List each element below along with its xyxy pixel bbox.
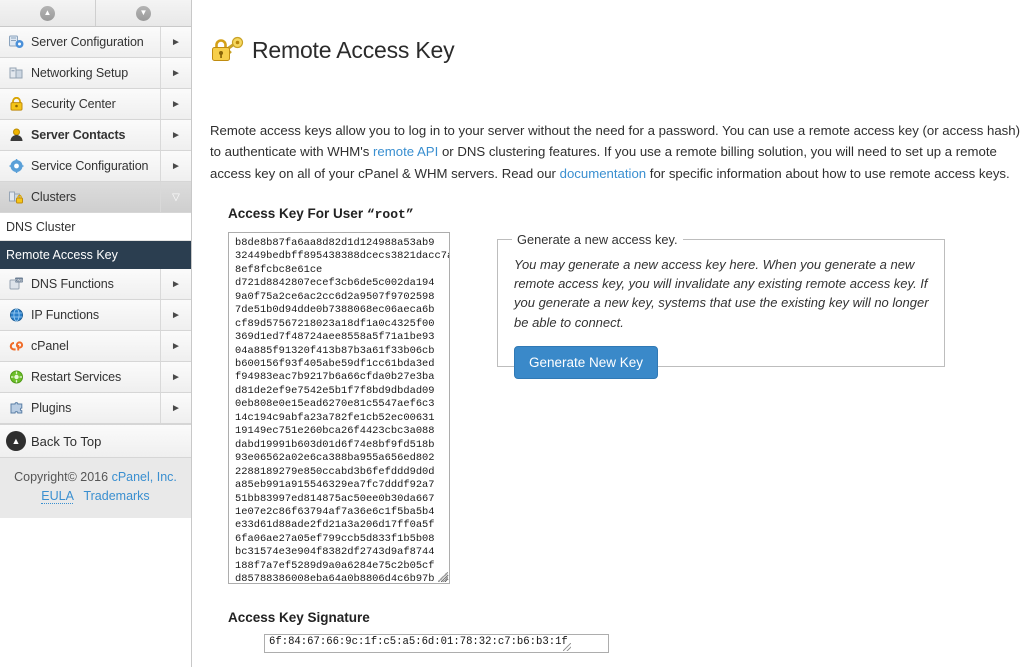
sidebar-item-label: cPanel bbox=[31, 339, 69, 353]
scroll-up-button[interactable]: ▲ bbox=[0, 0, 96, 26]
sidebar-item-server-configuration[interactable]: Server Configuration ► bbox=[0, 27, 191, 58]
eula-link[interactable]: EULA bbox=[41, 488, 74, 504]
dns-functions-icon: DNS bbox=[5, 276, 27, 292]
sidebar-item-clusters[interactable]: Clusters ▽ bbox=[0, 182, 191, 213]
sidebar-item-dns-functions[interactable]: DNS DNS Functions ► bbox=[0, 269, 191, 300]
whm-application: ▲ ▼ Server Configuration ► Networking Setu… bbox=[0, 0, 1024, 667]
sidebar-item-label: IP Functions bbox=[31, 308, 100, 322]
intro-paragraph: Remote access keys allow you to log in t… bbox=[210, 120, 1022, 184]
sidebar-item-label: Plugins bbox=[31, 401, 72, 415]
generate-key-fieldset: Generate a new access key. You may gener… bbox=[497, 231, 945, 379]
page-header: Remote Access Key bbox=[192, 0, 1024, 80]
access-key-label-prefix: Access Key For User bbox=[228, 205, 367, 221]
sidebar-menu-lower: DNS DNS Functions ► IP Functions ► cPanel ► Res… bbox=[0, 269, 191, 424]
generate-key-legend: Generate a new access key. bbox=[517, 231, 678, 247]
restart-services-icon bbox=[5, 369, 27, 385]
chevron-right-icon[interactable]: ► bbox=[160, 58, 191, 88]
sidebar-item-label: Clusters bbox=[31, 190, 77, 204]
access-key-textarea[interactable]: b8de8b87fa6aa8d82d1d124988a53ab9 32449be… bbox=[228, 231, 450, 584]
chevron-right-icon[interactable]: ► bbox=[160, 120, 191, 150]
chevron-right-icon[interactable]: ► bbox=[160, 362, 191, 392]
key-and-generate-row: b8de8b87fa6aa8d82d1d124988a53ab9 32449be… bbox=[192, 231, 1024, 584]
signature-input[interactable]: 6f:84:67:66:9c:1f:c5:a5:6d:01:78:32:c7:b… bbox=[264, 633, 609, 653]
cpanel-logo-icon bbox=[5, 338, 27, 354]
back-to-top-label: Back To Top bbox=[31, 433, 102, 449]
user-contact-icon bbox=[5, 127, 27, 143]
scroll-down-button[interactable]: ▼ bbox=[96, 0, 191, 26]
access-key-label: Access Key For User “root” bbox=[228, 206, 1024, 222]
svg-text:DNS: DNS bbox=[15, 278, 23, 282]
sidebar-subitem-dns-cluster[interactable]: DNS Cluster bbox=[0, 213, 191, 241]
lock-and-key-icon bbox=[210, 36, 244, 66]
sidebar-menu: Server Configuration ► Networking Setup ► Se… bbox=[0, 27, 191, 213]
remote-api-link[interactable]: remote API bbox=[373, 144, 438, 159]
cpanel-inc-link[interactable]: cPanel, Inc. bbox=[112, 470, 177, 484]
sidebar-item-networking-setup[interactable]: Networking Setup ► bbox=[0, 58, 191, 89]
access-key-username: “root” bbox=[366, 206, 414, 222]
sidebar-item-label: Networking Setup bbox=[31, 66, 129, 80]
chevron-right-icon[interactable]: ► bbox=[160, 269, 191, 299]
sidebar-subitem-remote-access-key[interactable]: Remote Access Key bbox=[0, 241, 191, 269]
chevron-up-circle-icon: ▲ bbox=[40, 5, 55, 21]
chevron-right-icon[interactable]: ► bbox=[160, 89, 191, 119]
sidebar-item-label: Security Center bbox=[31, 97, 116, 111]
chevron-down-circle-icon: ▼ bbox=[136, 5, 151, 21]
chevron-down-icon[interactable]: ▽ bbox=[160, 182, 191, 212]
generate-new-key-button[interactable]: Generate New Key bbox=[514, 345, 659, 379]
sidebar-item-server-contacts[interactable]: Server Contacts ► bbox=[0, 120, 191, 151]
sidebar-item-plugins[interactable]: Plugins ► bbox=[0, 393, 191, 424]
sidebar-submenu: DNS Cluster Remote Access Key bbox=[0, 213, 191, 269]
globe-icon bbox=[5, 307, 27, 323]
chevron-right-icon[interactable]: ► bbox=[160, 27, 191, 57]
page-title: Remote Access Key bbox=[252, 37, 455, 64]
signature-label: Access Key Signature bbox=[228, 609, 370, 625]
sidebar-item-label: Restart Services bbox=[31, 370, 122, 384]
clusters-lock-icon bbox=[5, 189, 27, 205]
sidebar-item-label: Server Configuration bbox=[31, 35, 144, 49]
sidebar-item-service-configuration[interactable]: Service Configuration ► bbox=[0, 151, 191, 182]
server-configuration-icon bbox=[5, 34, 27, 50]
sidebar-empty-space bbox=[0, 517, 191, 667]
main-content: Remote Access Key Remote access keys all… bbox=[192, 0, 1024, 667]
sidebar-item-label: Server Contacts bbox=[31, 128, 126, 142]
padlock-icon bbox=[5, 96, 27, 112]
sidebar-item-label: DNS Functions bbox=[31, 277, 114, 291]
puzzle-piece-icon bbox=[5, 400, 27, 416]
trademarks-link[interactable]: Trademarks bbox=[83, 489, 149, 503]
sidebar-item-label: Service Configuration bbox=[31, 159, 149, 173]
chevron-right-icon[interactable]: ► bbox=[160, 331, 191, 361]
sidebar-nav-arrows: ▲ ▼ bbox=[0, 0, 191, 27]
sidebar-item-ip-functions[interactable]: IP Functions ► bbox=[0, 300, 191, 331]
arrow-up-circle-icon: ▲ bbox=[6, 431, 26, 451]
generate-key-description: You may generate a new access key here. … bbox=[514, 256, 929, 330]
chevron-right-icon[interactable]: ► bbox=[160, 393, 191, 423]
intro-text-3: for specific information about how to us… bbox=[646, 165, 1010, 181]
chevron-right-icon[interactable]: ► bbox=[160, 300, 191, 330]
sidebar-item-cpanel[interactable]: cPanel ► bbox=[0, 331, 191, 362]
networking-setup-icon bbox=[5, 65, 27, 81]
back-to-top-button[interactable]: ▲ Back To Top bbox=[0, 424, 191, 458]
gear-icon bbox=[5, 158, 27, 174]
sidebar-item-security-center[interactable]: Security Center ► bbox=[0, 89, 191, 120]
copyright-text: Copyright© 2016 bbox=[14, 470, 112, 484]
signature-field-wrapper: 6f:84:67:66:9c:1f:c5:a5:6d:01:78:32:c7:b… bbox=[228, 633, 609, 653]
sidebar-footer: Copyright© 2016 cPanel, Inc. EULA Tradem… bbox=[0, 458, 191, 518]
sidebar-item-restart-services[interactable]: Restart Services ► bbox=[0, 362, 191, 393]
chevron-right-icon[interactable]: ► bbox=[160, 151, 191, 181]
sidebar: ▲ ▼ Server Configuration ► Networking Setu… bbox=[0, 0, 192, 667]
textarea-resize-grip[interactable] bbox=[438, 571, 448, 582]
documentation-link[interactable]: documentation bbox=[560, 166, 647, 181]
signature-resize-grip[interactable] bbox=[563, 642, 571, 651]
